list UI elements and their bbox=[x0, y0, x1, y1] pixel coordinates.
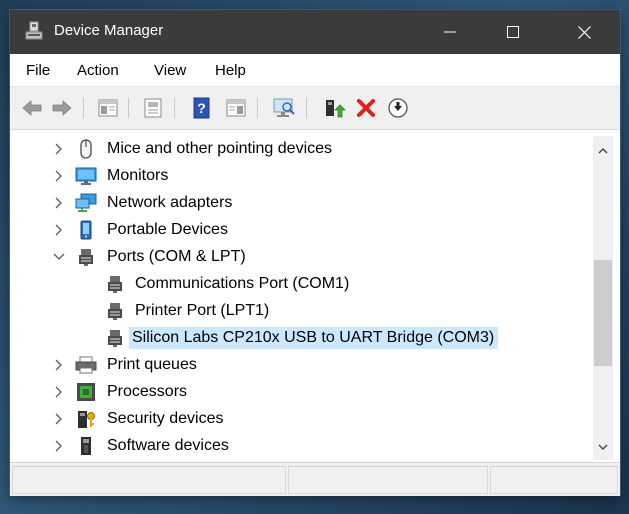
tree-item-mice[interactable]: Mice and other pointing devices bbox=[10, 136, 593, 163]
tree-item-network-adapters[interactable]: Network adapters bbox=[10, 190, 593, 217]
minimize-icon bbox=[444, 31, 456, 33]
tree-item-label: Monitors bbox=[107, 167, 169, 184]
status-pane bbox=[12, 466, 286, 494]
monitor-icon bbox=[75, 166, 97, 186]
menu-bar: File Action View Help bbox=[10, 54, 620, 86]
chevron-right-icon[interactable] bbox=[52, 196, 66, 210]
chevron-right-icon[interactable] bbox=[52, 223, 66, 237]
tree-item-printer-port[interactable]: Printer Port (LPT1) bbox=[10, 298, 593, 325]
maximize-icon bbox=[507, 26, 519, 38]
tree-item-monitors[interactable]: Monitors bbox=[10, 163, 593, 190]
tree-item-label: Software devices bbox=[107, 437, 229, 454]
scroll-down-icon[interactable] bbox=[597, 440, 609, 452]
status-bar bbox=[10, 462, 620, 496]
chevron-right-icon[interactable] bbox=[52, 142, 66, 156]
vertical-scrollbar[interactable] bbox=[593, 136, 613, 460]
tree-item-label: Portable Devices bbox=[107, 221, 228, 238]
close-button[interactable] bbox=[555, 10, 613, 54]
chevron-right-icon[interactable] bbox=[52, 358, 66, 372]
status-pane bbox=[288, 466, 488, 494]
tree-item-security-devices[interactable]: Security devices bbox=[10, 406, 593, 433]
toolbar: ? bbox=[10, 86, 620, 130]
processor-icon bbox=[75, 382, 97, 402]
back-arrow-icon[interactable] bbox=[20, 97, 44, 119]
tree-item-software-devices[interactable]: Software devices bbox=[10, 433, 593, 460]
chevron-right-icon[interactable] bbox=[52, 169, 66, 183]
chevron-down-icon[interactable] bbox=[52, 250, 66, 264]
title-bar[interactable]: Device Manager bbox=[10, 10, 620, 54]
properties-icon[interactable] bbox=[141, 97, 165, 119]
show-hide-console-tree-icon[interactable] bbox=[96, 97, 120, 119]
security-device-icon bbox=[75, 409, 97, 429]
device-manager-icon bbox=[25, 21, 43, 41]
tree-item-processors[interactable]: Processors bbox=[10, 379, 593, 406]
scan-hardware-changes-icon[interactable] bbox=[272, 97, 296, 119]
mouse-icon bbox=[75, 139, 97, 159]
menu-help[interactable]: Help bbox=[215, 62, 246, 79]
help-icon[interactable]: ? bbox=[190, 97, 214, 119]
minimize-button[interactable] bbox=[421, 10, 479, 54]
svg-text:?: ? bbox=[197, 100, 206, 116]
port-icon bbox=[104, 328, 126, 348]
toolbar-separator bbox=[306, 98, 307, 118]
port-icon bbox=[104, 274, 126, 294]
action-pane-icon[interactable] bbox=[224, 97, 248, 119]
chevron-right-icon[interactable] bbox=[52, 385, 66, 399]
tree-item-label: Ports (COM & LPT) bbox=[107, 248, 246, 265]
network-adapter-icon bbox=[75, 193, 97, 213]
status-pane bbox=[490, 466, 618, 494]
close-icon bbox=[577, 25, 591, 39]
tree-item-portable-devices[interactable]: Portable Devices bbox=[10, 217, 593, 244]
tree-item-print-queues[interactable]: Print queues bbox=[10, 352, 593, 379]
forward-arrow-icon[interactable] bbox=[50, 97, 74, 119]
scroll-up-icon[interactable] bbox=[597, 144, 609, 156]
maximize-button[interactable] bbox=[484, 10, 542, 54]
port-icon bbox=[75, 247, 97, 267]
tree-item-ports[interactable]: Ports (COM & LPT) bbox=[10, 244, 593, 271]
tree-item-silicon-labs-cp210x[interactable]: Silicon Labs CP210x USB to UART Bridge (… bbox=[10, 325, 593, 352]
tree-item-label: Security devices bbox=[107, 410, 224, 427]
tree-item-label: Network adapters bbox=[107, 194, 233, 211]
chevron-right-icon[interactable] bbox=[52, 439, 66, 453]
menu-action[interactable]: Action bbox=[77, 62, 119, 79]
tree-item-label: Silicon Labs CP210x USB to UART Bridge (… bbox=[129, 327, 499, 349]
uninstall-device-icon[interactable] bbox=[354, 97, 378, 119]
portable-device-icon bbox=[75, 220, 97, 240]
update-driver-icon[interactable] bbox=[322, 97, 346, 119]
tree-item-label: Communications Port (COM1) bbox=[135, 275, 350, 292]
download-icon[interactable] bbox=[386, 97, 410, 119]
menu-file[interactable]: File bbox=[26, 62, 50, 79]
tree-item-label: Print queues bbox=[107, 356, 197, 373]
toolbar-separator bbox=[257, 98, 258, 118]
port-icon bbox=[104, 301, 126, 321]
tree-item-label: Printer Port (LPT1) bbox=[135, 302, 270, 319]
device-manager-window: Device Manager File Action View Help ? M… bbox=[10, 10, 620, 496]
scrollbar-thumb[interactable] bbox=[594, 260, 612, 366]
window-title: Device Manager bbox=[54, 22, 164, 39]
device-tree[interactable]: Mice and other pointing devices Monitors… bbox=[10, 136, 593, 460]
tree-item-communications-port[interactable]: Communications Port (COM1) bbox=[10, 271, 593, 298]
printer-icon bbox=[75, 355, 97, 375]
toolbar-separator bbox=[83, 98, 84, 118]
tree-item-label: Processors bbox=[107, 383, 188, 400]
tree-item-label: Mice and other pointing devices bbox=[107, 140, 333, 157]
toolbar-separator bbox=[128, 98, 129, 118]
toolbar-separator bbox=[174, 98, 175, 118]
menu-view[interactable]: View bbox=[154, 62, 186, 79]
chevron-right-icon[interactable] bbox=[52, 412, 66, 426]
software-device-icon bbox=[75, 436, 97, 456]
